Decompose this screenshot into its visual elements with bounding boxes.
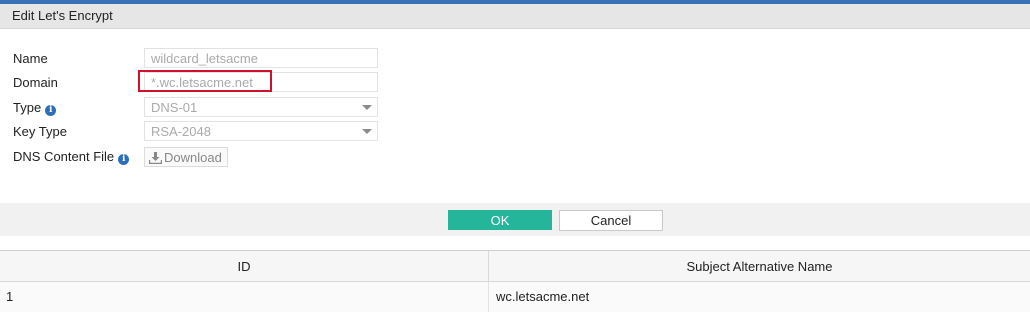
download-icon (149, 152, 162, 164)
chevron-down-icon (362, 129, 372, 134)
name-label: Name (13, 51, 48, 66)
chevron-down-icon (362, 105, 372, 110)
dialog-title: Edit Let's Encrypt (12, 8, 113, 23)
domain-label: Domain (13, 75, 58, 90)
dialog-button-bar: OK Cancel (0, 203, 1030, 236)
dialog-title-bar: Edit Let's Encrypt (0, 4, 1030, 29)
column-header-id[interactable]: ID (0, 251, 489, 282)
key-type-select-value: RSA-2048 (151, 124, 211, 139)
info-icon[interactable]: i (45, 105, 57, 116)
type-label: Type (13, 100, 42, 115)
info-icon[interactable]: i (118, 154, 130, 165)
download-button[interactable]: Download (144, 147, 228, 167)
table-cell-id: 1 (0, 282, 489, 312)
name-field[interactable]: wildcard_letsacme (144, 48, 378, 68)
dns-content-file-label: DNS Content File (13, 149, 115, 164)
type-select[interactable]: DNS-01 (144, 97, 378, 117)
key-type-label: Key Type (13, 124, 67, 139)
download-button-label: Download (164, 150, 222, 165)
cancel-button[interactable]: Cancel (559, 210, 663, 231)
key-type-select[interactable]: RSA-2048 (144, 121, 378, 141)
table-cell-san: wc.letsacme.net (489, 282, 1030, 312)
column-header-san[interactable]: Subject Alternative Name (489, 251, 1030, 282)
ok-button[interactable]: OK (448, 210, 552, 230)
domain-highlight-box (138, 70, 272, 92)
type-select-value: DNS-01 (151, 100, 198, 115)
san-table: ID Subject Alternative Name 1 wc.letsacm… (0, 250, 1030, 313)
